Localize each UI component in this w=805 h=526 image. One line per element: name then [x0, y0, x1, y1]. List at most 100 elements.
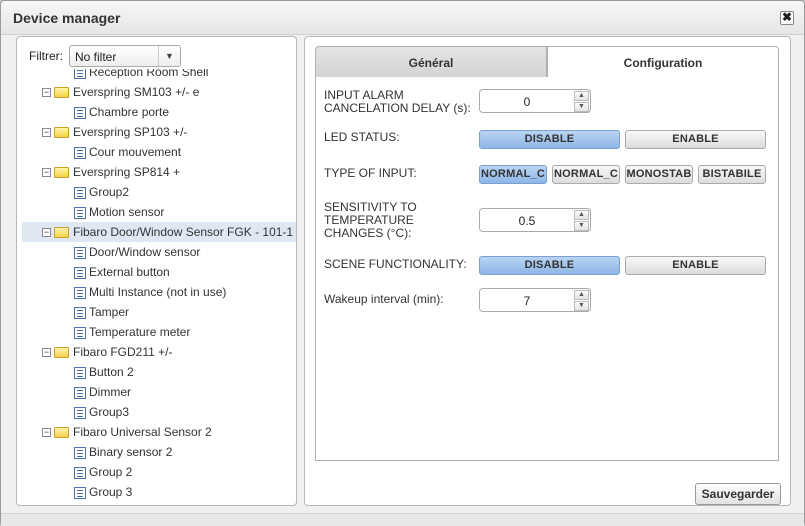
spinner-up-icon[interactable]: ▲ — [574, 91, 589, 101]
scene-disable-button[interactable]: DISABLE — [479, 256, 620, 275]
device-node-icon — [74, 386, 86, 399]
device-node-icon — [74, 286, 86, 299]
tree-item[interactable]: Group2 — [74, 182, 296, 202]
tree-label: Multi Instance (not in use) — [89, 285, 227, 299]
tree-group[interactable]: − Everspring SP103 +/- — [22, 122, 296, 142]
tree-label: Cour mouvement — [89, 145, 182, 159]
tree-item[interactable]: Button 2 — [74, 362, 296, 382]
alarm-delay-label-line2: CANCELATION DELAY (s): — [324, 101, 471, 115]
tree-item[interactable]: Binary sensor 2 — [74, 442, 296, 462]
tree-label: Chambre porte — [89, 105, 170, 119]
tree-label: Motion sensor — [89, 205, 165, 219]
filter-select[interactable]: No filter ▼ — [69, 45, 181, 67]
device-node-icon — [74, 366, 86, 379]
device-node-icon — [74, 466, 86, 479]
device-tree: Reception Room Shell − Everspring SM103 +/… — [17, 69, 296, 505]
tree-item[interactable]: Group 2 — [74, 462, 296, 482]
alarm-delay-value[interactable]: 0 — [480, 95, 574, 109]
tree-label: Tamper — [89, 305, 130, 319]
filter-value: No filter — [75, 50, 117, 64]
tree-item[interactable]: Chambre porte — [74, 102, 296, 122]
tree-item[interactable]: Group 3 — [74, 482, 296, 502]
tree-label: Group3 — [89, 405, 130, 419]
spinner-down-icon[interactable]: ▼ — [574, 221, 589, 231]
collapse-icon[interactable]: − — [42, 228, 51, 238]
collapse-icon[interactable]: − — [42, 168, 51, 178]
sensitivity-label: SENSITIVITY TO TEMPERATURE CHANGES (°C): — [324, 201, 417, 240]
dialog-title: Device manager — [13, 10, 121, 26]
tab-bar: Général Configuration — [315, 46, 779, 78]
sensitivity-value[interactable]: 0.5 — [480, 214, 574, 228]
led-status-label: LED STATUS: — [324, 130, 400, 144]
collapse-icon[interactable]: − — [42, 128, 51, 138]
device-node-icon — [74, 306, 86, 319]
tree-label: Group2 — [89, 185, 130, 199]
device-node-icon — [74, 146, 86, 159]
tree-label: Everspring SP103 +/- — [73, 125, 188, 139]
folder-icon — [54, 87, 69, 99]
folder-icon — [54, 127, 69, 139]
spinner-down-icon[interactable]: ▼ — [574, 301, 589, 311]
tree-item[interactable]: Motion sensor — [74, 202, 296, 222]
tree-group[interactable]: − Everspring SP814 + — [22, 162, 296, 182]
tree-item[interactable]: Reception Room Shell — [74, 69, 296, 82]
wakeup-spinner[interactable]: 7 ▲ ▼ — [479, 288, 591, 312]
tree-item[interactable]: Door/Window sensor — [74, 242, 296, 262]
type-of-input-option-4[interactable]: BISTABILE — [698, 165, 766, 184]
tree-item[interactable]: External button — [74, 262, 296, 282]
sensitivity-label-line3: CHANGES (°C): — [324, 226, 412, 240]
sensitivity-spinner[interactable]: 0.5 ▲ ▼ — [479, 208, 591, 232]
device-node-icon — [74, 486, 86, 499]
tree-group[interactable]: − Everspring SM103 +/- e — [22, 82, 296, 102]
tree-item[interactable]: Tamper — [74, 302, 296, 322]
type-of-input-option-3[interactable]: MONOSTAB — [625, 165, 693, 184]
tree-label: Fibaro FGD211 +/- — [73, 345, 173, 359]
device-node-icon — [74, 446, 86, 459]
tree-group[interactable]: − Fibaro Universal Sensor 2 — [22, 422, 296, 442]
tree-label: Everspring SM103 +/- e — [73, 85, 200, 99]
folder-icon — [54, 347, 69, 359]
spinner-up-icon[interactable]: ▲ — [574, 210, 589, 220]
tree-label: Group 3 — [89, 485, 133, 499]
tree-item[interactable]: Dimmer — [74, 382, 296, 402]
collapse-icon[interactable]: − — [42, 428, 51, 438]
configuration-content: INPUT ALARM CANCELATION DELAY (s): 0 ▲ ▼… — [315, 77, 779, 461]
save-button[interactable]: Sauvegarder — [695, 483, 781, 505]
folder-icon — [54, 167, 69, 179]
type-of-input-label: TYPE OF INPUT: — [324, 166, 417, 180]
device-node-icon — [74, 266, 86, 279]
spinner-up-icon[interactable]: ▲ — [574, 290, 589, 300]
alarm-delay-label: INPUT ALARM CANCELATION DELAY (s): — [324, 89, 471, 115]
tree-item[interactable]: Cour mouvement — [74, 142, 296, 162]
tree-item[interactable]: Group3 — [74, 402, 296, 422]
device-node-icon — [74, 326, 86, 339]
tree-item[interactable]: Multi Instance (not in use) — [74, 282, 296, 302]
tree-label: Temperature meter — [89, 325, 191, 339]
tab-configuration[interactable]: Configuration — [547, 46, 779, 78]
scene-enable-button[interactable]: ENABLE — [625, 256, 766, 275]
wakeup-value[interactable]: 7 — [480, 294, 574, 308]
tree-label: External button — [89, 265, 170, 279]
tree-label: Everspring SP814 + — [73, 165, 181, 179]
type-of-input-option-1[interactable]: NORMAL_C — [479, 165, 547, 184]
tree-label: Fibaro Door/Window Sensor FGK - 101-1 — [73, 225, 294, 239]
collapse-icon[interactable]: − — [42, 348, 51, 358]
folder-icon — [54, 227, 69, 239]
tree-group[interactable]: − Fibaro Door/Window Sensor FGK - 101-1 — [22, 222, 296, 242]
chevron-down-icon[interactable]: ▼ — [158, 46, 180, 66]
type-of-input-option-2[interactable]: NORMAL_C — [552, 165, 620, 184]
tree-group[interactable]: − Fibaro FGD211 +/- — [22, 342, 296, 362]
spinner-down-icon[interactable]: ▼ — [574, 102, 589, 112]
tree-label: Button 2 — [89, 365, 134, 379]
device-node-icon — [74, 106, 86, 119]
tab-general[interactable]: Général — [315, 46, 547, 78]
filter-label: Filtrer: — [29, 49, 63, 63]
collapse-icon[interactable]: − — [42, 88, 51, 98]
led-status-disable-button[interactable]: DISABLE — [479, 130, 620, 149]
tree-label: Fibaro Universal Sensor 2 — [73, 425, 212, 439]
alarm-delay-spinner[interactable]: 0 ▲ ▼ — [479, 89, 591, 113]
tree-item[interactable]: Temperature meter — [74, 322, 296, 342]
led-status-enable-button[interactable]: ENABLE — [625, 130, 766, 149]
device-node-icon — [74, 186, 86, 199]
close-icon[interactable]: ✖ — [780, 11, 794, 25]
